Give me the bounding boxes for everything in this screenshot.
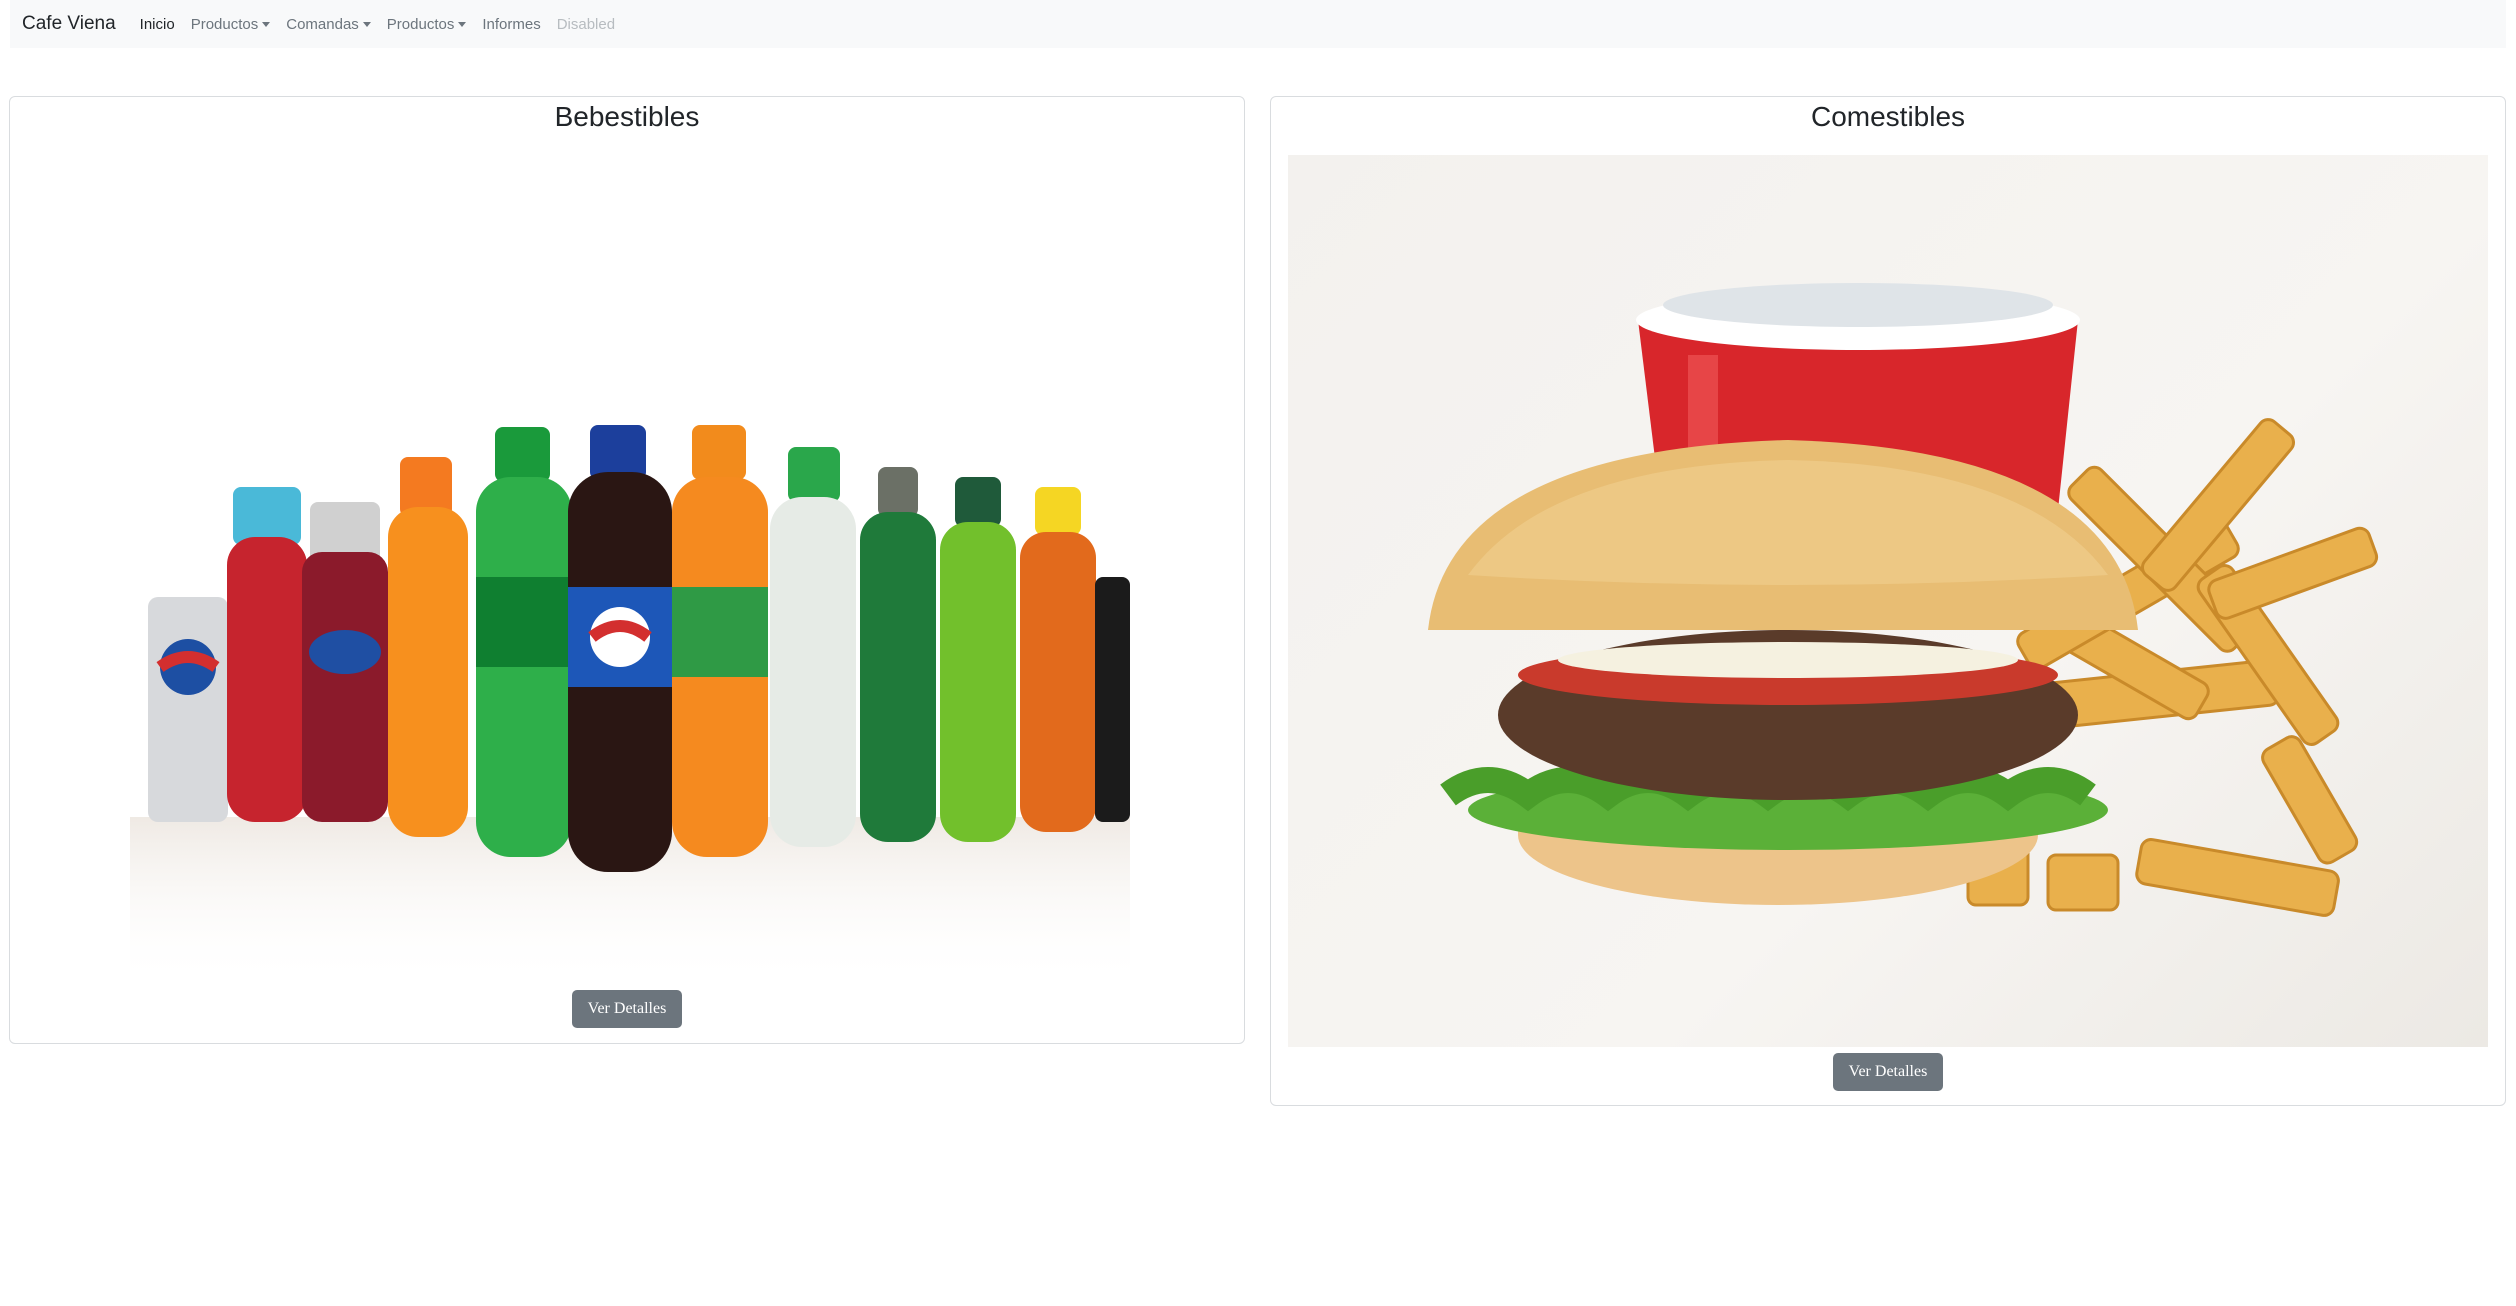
nav-dropdown-productos-label: Productos	[190, 15, 259, 33]
drinks-image	[130, 425, 1130, 987]
card-title: Comestibles	[1810, 101, 1966, 132]
caret-down-icon	[262, 21, 271, 27]
ver-detalles-button[interactable]: Ver Detalles	[1833, 1053, 1943, 1091]
nav-item-disabled: Disabled	[557, 16, 615, 33]
card-title: Bebestibles	[554, 101, 700, 132]
nav-item-informes[interactable]: Informes	[482, 16, 540, 33]
nav-dropdown-productos[interactable]: Productos	[191, 16, 271, 33]
ver-detalles-button[interactable]: Ver Detalles	[572, 990, 682, 1028]
navbar-brand[interactable]: Cafe Viena	[22, 13, 116, 35]
caret-down-icon	[362, 21, 371, 27]
nav-dropdown-productos-2[interactable]: Productos	[387, 16, 467, 33]
nav-dropdown-comandas[interactable]: Comandas	[286, 16, 371, 33]
nav-item-disabled-label: Disabled	[556, 15, 616, 33]
burger-image	[1288, 155, 2488, 1047]
caret-down-icon	[458, 21, 467, 27]
nav-dropdown-productos-2-label: Productos	[386, 15, 455, 33]
nav-item-inicio[interactable]: Inicio	[140, 16, 175, 33]
burger-illustration	[1428, 283, 2379, 917]
card-comestibles: Comestibles Ver Detalles	[1270, 96, 2506, 1106]
nav-dropdown-comandas-label: Comandas	[286, 15, 359, 33]
nav-item-informes-label: Informes	[482, 15, 541, 33]
nav-item-inicio-label: Inicio	[139, 15, 175, 33]
top-navbar: Cafe Viena Inicio Productos Comandas Pro…	[10, 0, 2506, 48]
card-bebestibles: Bebestibles Ver Detalles	[9, 96, 1245, 1044]
